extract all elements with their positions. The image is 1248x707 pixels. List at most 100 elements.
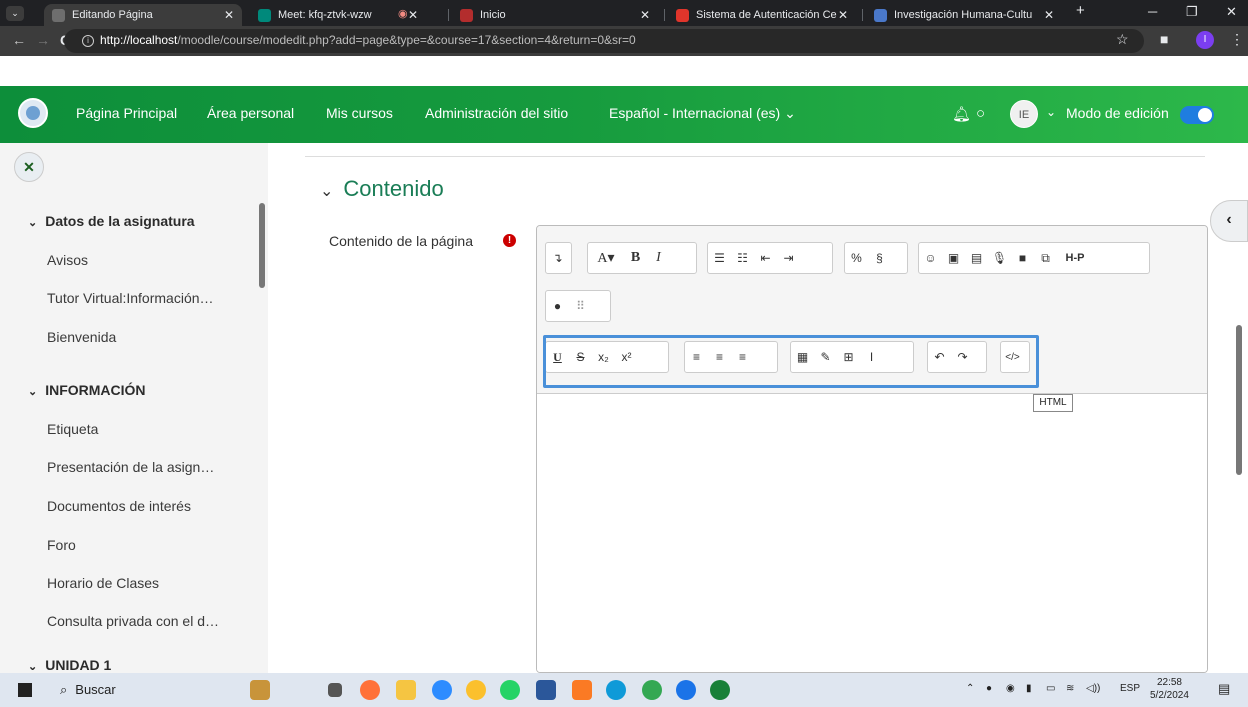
tab-search-icon[interactable]: ⌄ <box>6 6 24 21</box>
toolbar-group-font: A▾ B I <box>587 242 697 274</box>
language-indicator[interactable]: ESP <box>1120 683 1140 694</box>
section-label: Datos de la asignatura <box>45 213 195 229</box>
nav-pagina-principal[interactable]: Página Principal <box>76 105 177 121</box>
word-icon[interactable] <box>536 680 556 700</box>
close-tab-icon[interactable]: ✕ <box>838 8 848 22</box>
image-icon[interactable]: ▣ <box>942 243 965 273</box>
close-tab-icon[interactable]: ✕ <box>224 8 234 22</box>
close-tab-icon[interactable]: ✕ <box>640 8 650 22</box>
task-view-icon[interactable] <box>328 683 342 697</box>
url-text[interactable]: http://localhost/moodle/course/modedit.p… <box>100 33 636 47</box>
sidebar-item-foro[interactable]: Foro <box>47 537 76 553</box>
chrome-profile-icon[interactable] <box>710 680 730 700</box>
edge-icon[interactable] <box>606 680 626 700</box>
file-explorer-icon[interactable] <box>396 680 416 700</box>
sidebar-section-unidad1[interactable]: ⌄ UNIDAD 1 <box>28 660 111 670</box>
sidebar-item-horario[interactable]: Horario de Clases <box>47 575 159 591</box>
site-logo[interactable] <box>18 98 48 128</box>
xampp-icon[interactable] <box>572 680 592 700</box>
video-camera-icon[interactable]: ■ <box>1011 243 1034 273</box>
tab-inicio[interactable]: Inicio ✕ <box>452 4 658 26</box>
nav-idioma[interactable]: Español - Internacional (es) ⌄ <box>609 105 796 122</box>
sidebar-scrollbar[interactable] <box>259 203 265 288</box>
accessibility-checker-icon[interactable]: ● <box>546 291 569 321</box>
sidebar-item-etiqueta[interactable]: Etiqueta <box>47 421 98 437</box>
wifi-icon[interactable]: ≋ <box>1066 683 1074 694</box>
messages-icon[interactable]: ○ <box>976 105 985 122</box>
close-sidebar-button[interactable]: ✕ <box>14 152 44 182</box>
sidebar-item-presentacion[interactable]: Presentación de la asign… <box>47 459 214 475</box>
clock[interactable]: 22:58 5/2/2024 <box>1150 676 1189 702</box>
open-drawer-button[interactable]: ‹ <box>1210 200 1248 242</box>
chevron-down-icon: ⌄ <box>784 105 796 121</box>
volume-icon[interactable]: ◁)) <box>1086 683 1100 694</box>
minimize-icon[interactable]: ─ <box>1148 4 1157 19</box>
sidebar-item-documentos[interactable]: Documentos de interés <box>47 498 191 514</box>
close-tab-icon[interactable]: ✕ <box>408 8 418 22</box>
manage-files-icon[interactable]: ⧉ <box>1034 243 1057 273</box>
user-avatar[interactable]: IE <box>1010 100 1038 128</box>
browser-menu-icon[interactable]: ⋮ <box>1230 31 1244 48</box>
tab-investigacion[interactable]: Investigación Humana-Cultu ✕ <box>866 4 1062 26</box>
tab-title: Sistema de Autenticación Ce <box>696 9 837 21</box>
side-panel-icon[interactable]: ■ <box>1160 31 1168 47</box>
font-color-icon[interactable]: A▾ <box>588 243 624 273</box>
sidebar-section-informacion[interactable]: ⌄ INFORMACIÓN <box>28 382 146 398</box>
main-scrollbar[interactable] <box>1236 325 1242 475</box>
restore-icon[interactable]: ❐ <box>1186 4 1198 20</box>
chrome-icon[interactable] <box>466 680 486 700</box>
nav-administracion[interactable]: Administración del sitio <box>425 105 568 121</box>
bookmark-star-icon[interactable]: ☆ <box>1116 31 1129 48</box>
indent-icon[interactable]: ⇥ <box>777 243 800 273</box>
chrome-profile-icon[interactable] <box>642 680 662 700</box>
site-info-icon[interactable]: i <box>82 35 94 47</box>
windows-start-icon[interactable] <box>18 683 32 697</box>
tray-mic-icon[interactable]: ▮ <box>1026 683 1032 694</box>
butterfly-icon[interactable] <box>250 680 270 700</box>
tray-app-icon[interactable]: ◉ <box>1006 683 1015 694</box>
profile-avatar[interactable]: I <box>1196 31 1214 49</box>
sidebar-item-tutor-virtual[interactable]: Tutor Virtual:Información… <box>47 290 214 306</box>
close-window-icon[interactable]: ✕ <box>1226 4 1237 20</box>
tab-meet[interactable]: Meet: kfq-ztvk-wzw ◉ ✕ <box>250 4 440 26</box>
edit-mode-toggle[interactable] <box>1180 106 1214 124</box>
unlink-icon[interactable]: § <box>868 243 891 273</box>
emoji-icon[interactable]: ☺ <box>919 243 942 273</box>
taskbar-search[interactable]: ⌕ Buscar <box>60 682 116 698</box>
tray-app-icon[interactable]: ● <box>986 683 992 694</box>
sidebar-item-avisos[interactable]: Avisos <box>47 252 88 268</box>
sidebar-item-bienvenida[interactable]: Bienvenida <box>47 329 116 345</box>
notifications-icon[interactable]: ▤ <box>1218 681 1230 697</box>
unordered-list-icon[interactable]: ☰ <box>708 243 731 273</box>
back-icon[interactable]: ← <box>12 32 26 48</box>
screen-reader-helper-icon[interactable]: ⠿ <box>569 291 592 321</box>
ordered-list-icon[interactable]: ☷ <box>731 243 754 273</box>
microphone-icon[interactable]: 🎙︎ <box>988 243 1011 273</box>
forward-icon[interactable]: → <box>36 32 50 48</box>
nav-area-personal[interactable]: Área personal <box>207 105 294 121</box>
chrome-profile-icon[interactable] <box>676 680 696 700</box>
bold-icon[interactable]: B <box>624 243 647 273</box>
section-contenido[interactable]: ⌄ Contenido <box>320 176 444 202</box>
italic-icon[interactable]: I <box>647 243 670 273</box>
nav-mis-cursos[interactable]: Mis cursos <box>326 105 393 121</box>
battery-icon[interactable]: ▭ <box>1046 683 1055 694</box>
h5p-icon[interactable]: H-P <box>1057 243 1093 273</box>
new-tab-button[interactable]: + <box>1076 2 1085 19</box>
whatsapp-icon[interactable] <box>500 680 520 700</box>
tray-chevron-icon[interactable]: ⌃ <box>966 683 974 694</box>
firefox-icon[interactable] <box>360 680 380 700</box>
link-icon[interactable]: % <box>845 243 868 273</box>
editor-content-area[interactable] <box>537 394 1207 672</box>
outdent-icon[interactable]: ⇤ <box>754 243 777 273</box>
media-file-icon[interactable]: ▤ <box>965 243 988 273</box>
expand-toolbar-icon[interactable]: ↴ <box>546 243 569 273</box>
user-menu-chevron-icon[interactable]: ⌄ <box>1046 105 1056 119</box>
sidebar-item-consulta[interactable]: Consulta privada con el d… <box>47 613 219 629</box>
close-tab-icon[interactable]: ✕ <box>1044 8 1054 22</box>
zoom-icon[interactable] <box>432 680 452 700</box>
notifications-bell-icon[interactable]: 🔔︎ <box>952 105 971 123</box>
tab-sistema-autenticacion[interactable]: Sistema de Autenticación Ce ✕ <box>668 4 856 26</box>
sidebar-section-datos[interactable]: ⌄ Datos de la asignatura <box>28 213 195 229</box>
tab-editando-pagina[interactable]: Editando Página ✕ <box>44 4 242 26</box>
